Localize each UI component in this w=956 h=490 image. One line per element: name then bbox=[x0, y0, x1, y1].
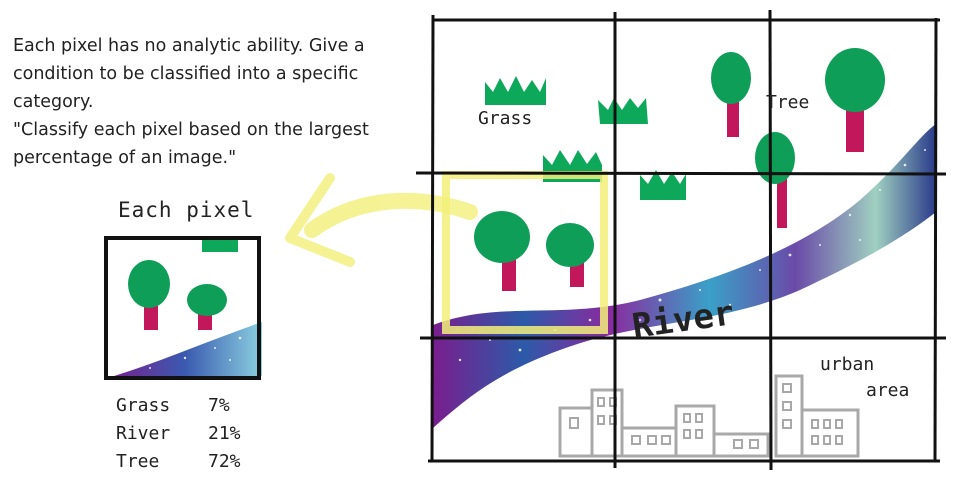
stat-row-river: River 21% bbox=[116, 420, 241, 448]
urban-label: urban bbox=[820, 354, 875, 375]
grass-clumps bbox=[485, 76, 686, 200]
stat-percent: 72% bbox=[208, 451, 241, 472]
pixel-panel bbox=[104, 236, 262, 380]
stat-percent: 21% bbox=[208, 423, 241, 444]
tree-label: Tree bbox=[766, 92, 810, 113]
stat-category: Grass bbox=[116, 395, 171, 416]
description-text: Each pixel has no analytic ability. Give… bbox=[13, 36, 369, 168]
stat-category: River bbox=[116, 423, 171, 444]
stat-row-tree: Tree 72% bbox=[116, 448, 241, 476]
grass-label: Grass bbox=[478, 108, 533, 129]
stat-row-grass: Grass 7% bbox=[116, 392, 241, 420]
stat-percent: 7% bbox=[208, 395, 230, 416]
stat-category: Tree bbox=[116, 451, 160, 472]
area-label: area bbox=[866, 380, 910, 401]
pixel-stats: Grass 7% River 21% Tree 72% bbox=[116, 392, 241, 476]
pixel-panel-title: Each pixel bbox=[118, 198, 255, 222]
